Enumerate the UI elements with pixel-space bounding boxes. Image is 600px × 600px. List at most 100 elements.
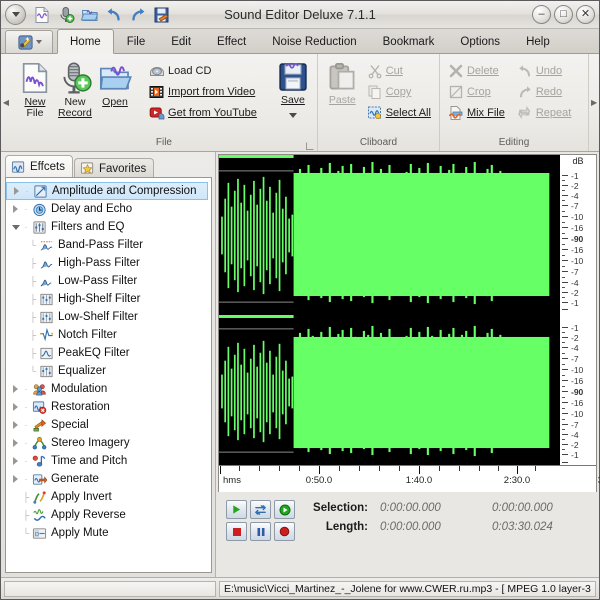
transport-buttons bbox=[226, 500, 295, 541]
tree-item-apply-invert[interactable]: ├ Apply Invert bbox=[6, 488, 211, 506]
tree-item-special[interactable]: · Special bbox=[6, 416, 211, 434]
tab-options[interactable]: Options bbox=[447, 31, 513, 53]
tree-item-label: Delay and Echo bbox=[51, 203, 132, 215]
paste-button[interactable]: Paste bbox=[323, 59, 362, 106]
select-all-button[interactable]: Select All bbox=[364, 103, 434, 123]
equalizer-icon bbox=[38, 364, 55, 379]
qat-save-button[interactable] bbox=[151, 4, 173, 26]
undo-button[interactable]: Undo bbox=[514, 61, 574, 81]
tree-item-apply-reverse[interactable]: ├ Apply Reverse bbox=[6, 506, 211, 524]
cut-button[interactable]: Cut bbox=[364, 61, 434, 81]
expand-collapse-icon[interactable] bbox=[11, 187, 22, 195]
maximize-button[interactable]: □ bbox=[554, 5, 573, 24]
tree-item-band-pass-filter[interactable]: └ Band-Pass Filter bbox=[6, 236, 211, 254]
tree-item-low-pass-filter[interactable]: ├ Low-Pass Filter bbox=[6, 272, 211, 290]
qat-open-button[interactable] bbox=[79, 4, 101, 26]
qat-undo-button[interactable] bbox=[103, 4, 125, 26]
save-button[interactable]: Save bbox=[274, 59, 312, 118]
tree-item-filters-and-eq[interactable]: · Filters and EQ bbox=[6, 218, 211, 236]
open-button[interactable]: Open bbox=[96, 59, 134, 108]
effects-tree[interactable]: · Amplitude and Compression · Delay and … bbox=[5, 177, 212, 573]
tree-item-apply-mute[interactable]: └ D Apply Mute bbox=[6, 524, 211, 542]
mix-file-button[interactable]: Mix File bbox=[445, 103, 508, 123]
copy-button[interactable]: Copy bbox=[364, 82, 434, 102]
tree-guide: · bbox=[21, 222, 31, 232]
record-button[interactable] bbox=[274, 522, 295, 541]
redo-button[interactable]: Redo bbox=[514, 82, 574, 102]
tab-favorites[interactable]: Favorites bbox=[74, 158, 154, 178]
qat-new-file-button[interactable] bbox=[31, 4, 53, 26]
tree-item-notch-filter[interactable]: ├ Notch Filter bbox=[6, 326, 211, 344]
close-button[interactable]: ✕ bbox=[576, 5, 595, 24]
new-file-button[interactable]: NewFile bbox=[16, 59, 54, 119]
qat-redo-button[interactable] bbox=[127, 4, 149, 26]
ribbon-scroll-left[interactable]: ◀ bbox=[1, 54, 11, 151]
load-cd-button[interactable]: Load CD bbox=[146, 61, 260, 81]
tree-item-modulation[interactable]: · Modulation bbox=[6, 380, 211, 398]
time-ruler[interactable]: hms 0:50.0 1:40.0 2:30.0 3:20.0 bbox=[219, 465, 596, 492]
expand-collapse-icon[interactable] bbox=[10, 457, 21, 465]
main-content: Effcets Favorites · bbox=[1, 152, 599, 577]
expand-collapse-icon[interactable] bbox=[10, 475, 21, 483]
tree-item-peakeq-filter[interactable]: ├ PeakEQ Filter bbox=[6, 344, 211, 362]
waveform-display[interactable]: dB -1 -2 -4 -7 -10 -16 -90 -16 -10 -7 -4… bbox=[218, 154, 597, 492]
expand-collapse-icon[interactable] bbox=[10, 403, 21, 411]
tree-item-high-shelf-filter[interactable]: ├ High-Shelf Filter bbox=[6, 290, 211, 308]
qat-new-record-button[interactable] bbox=[55, 4, 77, 26]
waveform-channel-right[interactable] bbox=[219, 315, 560, 465]
new-record-button[interactable]: NewRecord bbox=[56, 59, 94, 119]
expand-collapse-icon[interactable] bbox=[10, 225, 21, 230]
tree-item-equalizer[interactable]: └ Equalizer bbox=[6, 362, 211, 380]
tree-item-label: Low-Shelf Filter bbox=[58, 311, 138, 323]
ribbon-scroll-right[interactable]: ▶ bbox=[589, 54, 599, 151]
delete-button[interactable]: Delete bbox=[445, 61, 508, 81]
expand-collapse-icon[interactable] bbox=[10, 205, 21, 213]
qat-dropdown-button[interactable] bbox=[5, 4, 26, 25]
tree-item-low-shelf-filter[interactable]: ├ Low-Shelf Filter bbox=[6, 308, 211, 326]
waveform-channel-left[interactable] bbox=[219, 155, 560, 315]
expand-collapse-icon[interactable] bbox=[10, 421, 21, 429]
tree-item-delay-and-echo[interactable]: · Delay and Echo bbox=[6, 200, 211, 218]
repeat-button[interactable]: Repeat bbox=[514, 103, 574, 123]
length-selection-value[interactable]: 0:00:00.000 bbox=[380, 521, 492, 533]
file-dialog-launcher[interactable] bbox=[306, 142, 314, 150]
tree-item-label: Special bbox=[51, 419, 89, 431]
tab-effects[interactable]: Effcets bbox=[5, 155, 73, 178]
length-total-value[interactable]: 0:03:30.024 bbox=[492, 521, 600, 533]
loop-button[interactable] bbox=[250, 500, 271, 519]
window-controls: – □ ✕ bbox=[532, 5, 595, 24]
selection-start-value[interactable]: 0:00:00.000 bbox=[380, 502, 492, 514]
app-menu-button[interactable] bbox=[5, 30, 53, 53]
time-readouts: Selection: 0:00:00.000 0:00:00.000 Lengt… bbox=[304, 500, 600, 533]
tab-noise-reduction[interactable]: Noise Reduction bbox=[259, 31, 369, 53]
crop-label: Crop bbox=[467, 86, 491, 98]
effects-panel: Effcets Favorites · bbox=[1, 152, 216, 577]
tab-file[interactable]: File bbox=[114, 31, 159, 53]
tab-bookmark[interactable]: Bookmark bbox=[370, 31, 448, 53]
tree-item-stereo-imagery[interactable]: · Stereo Imagery bbox=[6, 434, 211, 452]
tab-home[interactable]: Home bbox=[57, 29, 114, 54]
get-from-youtube-button[interactable]: Get from YouTube bbox=[146, 103, 260, 123]
tab-help[interactable]: Help bbox=[513, 31, 563, 53]
ribbon-group-editing: Delete Crop bbox=[440, 54, 589, 151]
expand-collapse-icon[interactable] bbox=[10, 439, 21, 447]
tab-effect[interactable]: Effect bbox=[204, 31, 259, 53]
selection-end-value[interactable]: 0:00:00.000 bbox=[492, 502, 600, 514]
tree-item-amplitude-and-compression[interactable]: · Amplitude and Compression bbox=[6, 182, 208, 200]
crop-button[interactable]: Crop bbox=[445, 82, 508, 102]
tree-item-restoration[interactable]: · Restoration bbox=[6, 398, 211, 416]
select-all-icon bbox=[367, 105, 383, 121]
tab-label: File bbox=[127, 36, 146, 48]
stop-button[interactable] bbox=[226, 522, 247, 541]
tree-item-high-pass-filter[interactable]: ├ High-Pass Filter bbox=[6, 254, 211, 272]
minimize-button[interactable]: – bbox=[532, 5, 551, 24]
import-from-video-button[interactable]: Import from Video bbox=[146, 82, 260, 102]
play-selection-button[interactable] bbox=[274, 500, 295, 519]
tab-edit[interactable]: Edit bbox=[158, 31, 204, 53]
expand-collapse-icon[interactable] bbox=[10, 385, 21, 393]
play-button[interactable] bbox=[226, 500, 247, 519]
pause-button[interactable] bbox=[250, 522, 271, 541]
save-dropdown-caret[interactable] bbox=[289, 113, 297, 118]
tree-item-time-and-pitch[interactable]: · Time and Pitch bbox=[6, 452, 211, 470]
tree-item-generate[interactable]: · Generate bbox=[6, 470, 211, 488]
